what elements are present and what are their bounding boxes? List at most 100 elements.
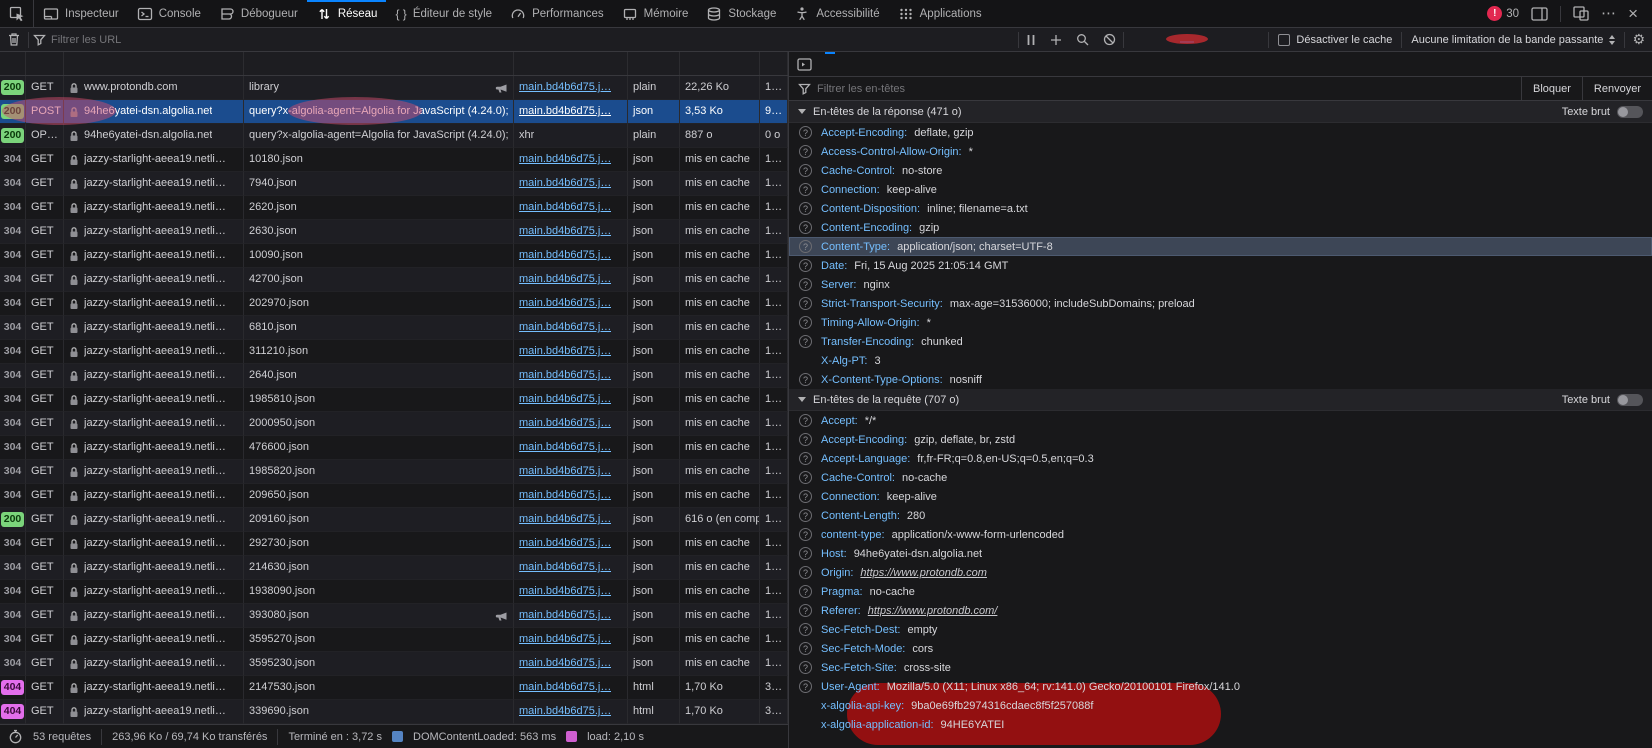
network-settings-gear-icon[interactable]: ⚙ bbox=[1625, 28, 1652, 51]
new-request-button[interactable] bbox=[1043, 28, 1069, 51]
table-row[interactable]: 304 GET jazzy-starlight-aeea19.netli… 31… bbox=[0, 340, 788, 364]
table-row[interactable]: 304 GET jazzy-starlight-aeea19.netli… 68… bbox=[0, 316, 788, 340]
performance-analysis-icon[interactable] bbox=[8, 729, 23, 744]
split-console-button[interactable] bbox=[1531, 7, 1548, 21]
initiator-link[interactable]: main.bd4b6d75.j… bbox=[519, 292, 611, 315]
initiator-link[interactable]: main.bd4b6d75.j… bbox=[519, 364, 611, 387]
header-row[interactable]: ? Host: 94he6yatei-dsn.algolia.net bbox=[789, 544, 1652, 563]
error-count-badge[interactable]: ! 30 bbox=[1487, 6, 1519, 21]
table-row[interactable]: 304 GET jazzy-starlight-aeea19.netli… 10… bbox=[0, 148, 788, 172]
help-icon[interactable]: ? bbox=[799, 373, 812, 386]
header-row[interactable]: ? Accept-Encoding: deflate, gzip bbox=[789, 123, 1652, 142]
tab-reseau[interactable]: Réseau bbox=[307, 0, 387, 27]
block-button[interactable]: Bloquer bbox=[1521, 77, 1582, 100]
help-icon[interactable]: ? bbox=[799, 164, 812, 177]
table-row[interactable]: 304 GET jazzy-starlight-aeea19.netli… 26… bbox=[0, 196, 788, 220]
table-row[interactable]: 200 OP… 94he6yatei-dsn.algolia.net query… bbox=[0, 124, 788, 148]
tab-debogueur[interactable]: Débogueur bbox=[210, 0, 307, 27]
url-filter-input[interactable] bbox=[51, 34, 1018, 46]
url-filter-box[interactable] bbox=[29, 28, 1018, 51]
type-filter-button[interactable] bbox=[1208, 38, 1222, 42]
header-row[interactable]: ? Sec-Fetch-Mode: cors bbox=[789, 639, 1652, 658]
clear-requests-button[interactable] bbox=[0, 28, 28, 51]
header-row[interactable]: ? X-Alg-PT: 3 bbox=[789, 351, 1652, 370]
header-row[interactable]: ? Connection: keep-alive bbox=[789, 487, 1652, 506]
column-header[interactable] bbox=[0, 52, 26, 75]
table-row[interactable]: 304 GET jazzy-starlight-aeea19.netli… 39… bbox=[0, 604, 788, 628]
help-icon[interactable]: ? bbox=[799, 126, 812, 139]
search-button[interactable] bbox=[1069, 28, 1096, 51]
help-icon[interactable]: ? bbox=[799, 259, 812, 272]
header-row[interactable]: ? Pragma: no-cache bbox=[789, 582, 1652, 601]
column-header[interactable] bbox=[514, 52, 628, 75]
headers-filter-input[interactable] bbox=[817, 83, 1521, 95]
header-row[interactable]: ? Accept: */* bbox=[789, 411, 1652, 430]
header-row[interactable]: ? x-algolia-application-id: 94HE6YATEI bbox=[789, 715, 1652, 734]
tab-stockage[interactable]: Stockage bbox=[697, 0, 785, 27]
tab-inspecteur[interactable]: Inspecteur bbox=[34, 0, 128, 27]
help-icon[interactable]: ? bbox=[799, 680, 812, 693]
initiator-link[interactable]: main.bd4b6d75.j… bbox=[519, 532, 611, 555]
header-row[interactable]: ? Cache-Control: no-cache bbox=[789, 468, 1652, 487]
help-icon[interactable]: ? bbox=[799, 528, 812, 541]
header-row[interactable]: ? Origin: https://www.protondb.com bbox=[789, 563, 1652, 582]
column-header[interactable] bbox=[244, 52, 514, 75]
details-tab[interactable] bbox=[841, 52, 863, 76]
initiator-link[interactable]: main.bd4b6d75.j… bbox=[519, 316, 611, 339]
help-icon[interactable]: ? bbox=[799, 547, 812, 560]
help-icon[interactable]: ? bbox=[799, 297, 812, 310]
table-row[interactable]: 304 GET jazzy-starlight-aeea19.netli… 42… bbox=[0, 268, 788, 292]
table-row[interactable]: 304 GET jazzy-starlight-aeea19.netli… 20… bbox=[0, 412, 788, 436]
help-icon[interactable]: ? bbox=[799, 183, 812, 196]
raw-toggle-switch-icon[interactable] bbox=[1617, 106, 1643, 118]
header-row[interactable]: ? Sec-Fetch-Site: cross-site bbox=[789, 658, 1652, 677]
initiator-link[interactable]: main.bd4b6d75.j… bbox=[519, 484, 611, 507]
tab-performances[interactable]: Performances bbox=[501, 0, 613, 27]
tab-editeur-de-style[interactable]: { } Éditeur de style bbox=[386, 0, 501, 27]
help-icon[interactable]: ? bbox=[799, 642, 812, 655]
request-headers-section-header[interactable]: En-têtes de la requête (707 o) Texte bru… bbox=[789, 389, 1652, 411]
initiator-link[interactable]: main.bd4b6d75.j… bbox=[519, 340, 611, 363]
raw-toggle[interactable]: Texte brut bbox=[1562, 394, 1643, 406]
initiator-link[interactable]: main.bd4b6d75.j… bbox=[519, 652, 611, 675]
tab-applications[interactable]: Applications bbox=[889, 0, 991, 27]
table-row[interactable]: 304 GET jazzy-starlight-aeea19.netli… 35… bbox=[0, 628, 788, 652]
initiator-link[interactable]: main.bd4b6d75.j… bbox=[519, 244, 611, 267]
table-row[interactable]: 304 GET jazzy-starlight-aeea19.netli… 19… bbox=[0, 580, 788, 604]
header-row[interactable]: ? Strict-Transport-Security: max-age=315… bbox=[789, 294, 1652, 313]
header-row[interactable]: ? Referer: https://www.protondb.com/ bbox=[789, 601, 1652, 620]
disable-cache-checkbox[interactable]: Désactiver le cache bbox=[1269, 34, 1401, 46]
pause-recording-button[interactable] bbox=[1019, 28, 1043, 51]
tab-console[interactable]: Console bbox=[128, 0, 210, 27]
header-row[interactable]: ? Access-Control-Allow-Origin: * bbox=[789, 142, 1652, 161]
help-icon[interactable]: ? bbox=[799, 221, 812, 234]
table-row[interactable]: 304 GET jazzy-starlight-aeea19.netli… 29… bbox=[0, 532, 788, 556]
table-row[interactable]: 304 GET jazzy-starlight-aeea19.netli… 35… bbox=[0, 652, 788, 676]
table-row[interactable]: 304 GET jazzy-starlight-aeea19.netli… 26… bbox=[0, 364, 788, 388]
header-row[interactable]: ? Server: nginx bbox=[789, 275, 1652, 294]
initiator-link[interactable]: main.bd4b6d75.j… bbox=[519, 604, 611, 627]
type-filter-button[interactable] bbox=[1124, 38, 1138, 42]
header-row[interactable]: ? X-Content-Type-Options: nosniff bbox=[789, 370, 1652, 389]
column-header[interactable] bbox=[760, 52, 788, 75]
resend-button[interactable]: Renvoyer bbox=[1582, 77, 1652, 100]
help-icon[interactable]: ? bbox=[799, 566, 812, 579]
header-row[interactable]: ? Date: Fri, 15 Aug 2025 21:05:14 GMT bbox=[789, 256, 1652, 275]
help-icon[interactable]: ? bbox=[799, 240, 812, 253]
table-row[interactable]: 404 GET jazzy-starlight-aeea19.netli… 21… bbox=[0, 676, 788, 700]
help-icon[interactable]: ? bbox=[799, 202, 812, 215]
initiator-link[interactable]: main.bd4b6d75.j… bbox=[519, 388, 611, 411]
header-row[interactable]: ? Content-Disposition: inline; filename=… bbox=[789, 199, 1652, 218]
help-icon[interactable]: ? bbox=[799, 452, 812, 465]
header-row[interactable]: ? Timing-Allow-Origin: * bbox=[789, 313, 1652, 332]
initiator-link[interactable]: main.bd4b6d75.j… bbox=[519, 268, 611, 291]
header-row[interactable]: ? Connection: keep-alive bbox=[789, 180, 1652, 199]
type-filter-button[interactable] bbox=[1138, 38, 1152, 42]
table-row[interactable]: 304 GET jazzy-starlight-aeea19.netli… 21… bbox=[0, 556, 788, 580]
header-row[interactable]: ? x-algolia-api-key: 9ba0e69fb2974316cda… bbox=[789, 696, 1652, 715]
close-devtools-button[interactable]: × bbox=[1628, 5, 1638, 22]
help-icon[interactable]: ? bbox=[799, 278, 812, 291]
details-tab[interactable] bbox=[907, 52, 929, 76]
initiator-link[interactable]: main.bd4b6d75.j… bbox=[519, 412, 611, 435]
help-icon[interactable]: ? bbox=[799, 145, 812, 158]
